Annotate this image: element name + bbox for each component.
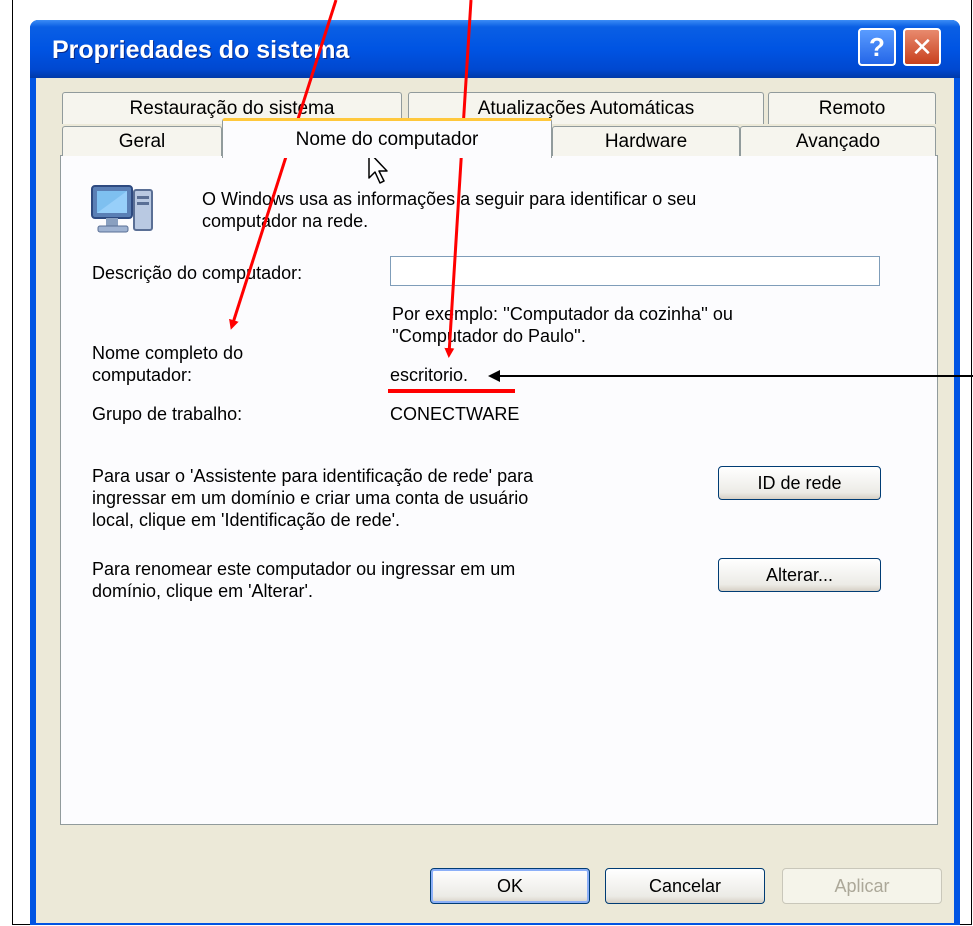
red-arrow-to-fullname-value [444, 0, 473, 358]
red-arrow-to-fullname-label [229, 0, 338, 330]
tab-computer-name[interactable]: Nome do computador [222, 118, 552, 158]
